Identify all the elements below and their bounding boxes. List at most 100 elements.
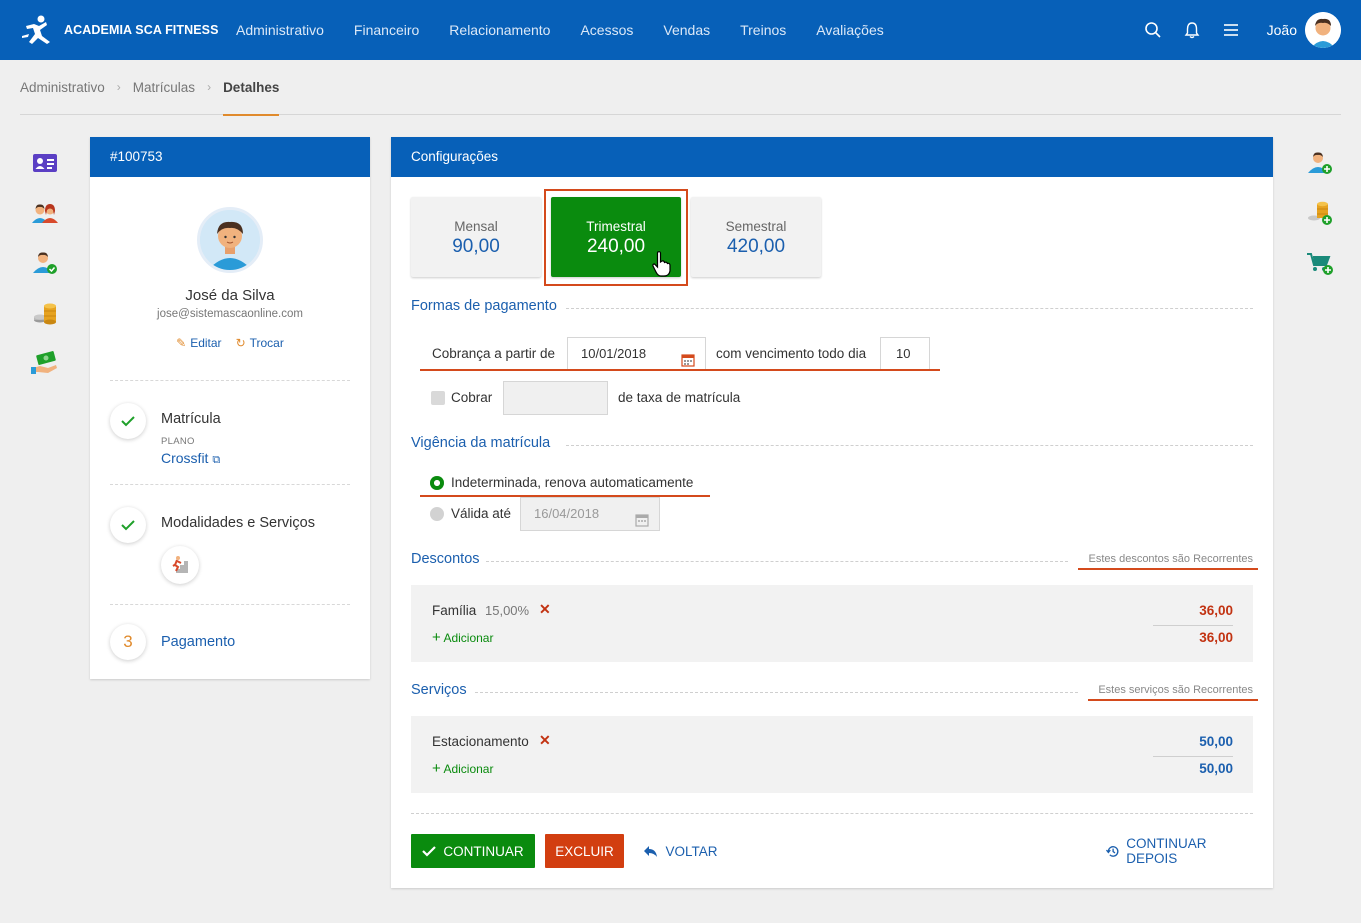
step-modalidades: Modalidades e Serviços (110, 484, 350, 604)
due-day-field[interactable]: 10 (880, 337, 930, 371)
divider (566, 445, 1253, 446)
nav-item-administrativo[interactable]: Administrativo (236, 22, 324, 38)
nav-item-financeiro[interactable]: Financeiro (354, 22, 419, 38)
continue-button[interactable]: CONTINUAR (411, 834, 535, 868)
radio-indefinite[interactable] (430, 476, 444, 490)
plan-link[interactable]: Crossfit ⧉ (161, 450, 220, 467)
nav-item-vendas[interactable]: Vendas (663, 22, 710, 38)
fee-suffix-label: de taxa de matrícula (618, 390, 741, 405)
breadcrumb-administrativo[interactable]: Administrativo (20, 80, 105, 95)
menu-icon[interactable] (1220, 19, 1242, 41)
top-bar: ACADEMIA SCA FITNESS Administrativo Fina… (0, 0, 1361, 60)
discount-name: Família (432, 603, 477, 618)
remove-service-icon[interactable]: ✕ (539, 732, 551, 749)
start-date-field[interactable]: 10/01/2018 (567, 337, 706, 371)
right-rail (1305, 148, 1337, 298)
start-date-label: Cobrança a partir de (432, 346, 556, 361)
calendar-icon[interactable] (681, 347, 695, 379)
history-icon (1106, 845, 1119, 857)
fee-checkbox[interactable] (431, 391, 445, 405)
step-title-pagamento[interactable]: Pagamento (161, 634, 235, 650)
top-actions: João (1142, 0, 1361, 60)
plus-icon: + (432, 629, 441, 646)
config-panel: Configurações Mensal 90,00 Trimestral 24… (391, 137, 1273, 888)
calendar-icon (635, 507, 649, 539)
plan-value: 90,00 (452, 236, 500, 257)
profile-name: José da Silva (185, 287, 275, 304)
external-link-icon: ⧉ (212, 454, 221, 466)
services-box: Estacionamento ✕ 50,00 + Adicionar 50,00 (411, 716, 1253, 793)
user-check-icon[interactable] (30, 248, 60, 278)
profile-panel: #100753 José da Silva jose@sistemascaonl… (90, 137, 370, 679)
profile-card: José da Silva jose@sistemascaonline.com … (90, 177, 370, 350)
profile-avatar (197, 207, 263, 273)
divider (486, 561, 1068, 562)
services-recurring-note: Estes serviços são Recorrentes (1098, 684, 1253, 696)
plan-card-semestral[interactable]: Semestral 420,00 (691, 197, 821, 277)
chevron-right-icon: › (207, 80, 212, 94)
user-name[interactable]: João (1267, 22, 1297, 38)
plan-link-label: Crossfit (161, 450, 209, 466)
nav-item-acessos[interactable]: Acessos (580, 22, 633, 38)
refresh-icon: ↻ (235, 336, 246, 350)
logo-runner-icon (22, 15, 50, 44)
step-matricula: Matrícula PLANO Crossfit ⧉ (110, 380, 350, 484)
add-coins-icon[interactable] (1305, 198, 1335, 228)
people-icon[interactable] (30, 198, 60, 228)
radio-valid-until[interactable] (430, 507, 444, 521)
add-service-button[interactable]: + Adicionar (432, 760, 493, 777)
remove-discount-icon[interactable]: ✕ (539, 601, 551, 618)
nav-item-relacionamento[interactable]: Relacionamento (449, 22, 550, 38)
edit-label: Editar (190, 336, 222, 350)
edit-profile-button[interactable]: ✎ Editar (176, 336, 221, 350)
radio-dot (434, 480, 440, 486)
back-button[interactable]: VOLTAR (643, 834, 718, 868)
highlight-underline (1088, 699, 1258, 701)
app-title: ACADEMIA SCA FITNESS (64, 23, 219, 37)
swap-profile-button[interactable]: ↻ Trocar (236, 336, 284, 350)
plan-card-mensal[interactable]: Mensal 90,00 (411, 197, 541, 277)
due-day-label: com vencimento todo dia (716, 346, 867, 361)
divider (411, 813, 1253, 814)
fee-amount-field[interactable] (503, 381, 608, 415)
selected-plan-highlight (544, 189, 688, 286)
radio-valid-until-label: Válida até (451, 506, 512, 521)
service-value: 50,00 (1199, 734, 1233, 749)
service-total: 50,00 (1199, 761, 1233, 776)
breadcrumb-matriculas[interactable]: Matrículas (133, 80, 195, 95)
step-sub-plano: PLANO (161, 436, 195, 447)
money-hand-icon[interactable] (30, 348, 60, 378)
check-icon (110, 507, 146, 543)
id-card-icon[interactable] (30, 148, 60, 178)
add-discount-label: Adicionar (443, 631, 494, 645)
crossfit-activity-icon[interactable] (161, 546, 199, 584)
profile-email: jose@sistemascaonline.com (157, 308, 303, 320)
add-service-label: Adicionar (443, 762, 494, 776)
add-cart-icon[interactable] (1305, 248, 1335, 278)
bell-icon[interactable] (1181, 19, 1203, 41)
chevron-right-icon: › (116, 80, 121, 94)
breadcrumb-detalhes: Detalhes (223, 60, 280, 116)
user-avatar[interactable] (1305, 12, 1341, 48)
continue-later-label: CONTINUAR DEPOIS (1126, 836, 1207, 866)
continue-later-button[interactable]: CONTINUAR DEPOIS (1106, 834, 1254, 868)
coins-icon[interactable] (30, 298, 60, 328)
valid-until-date-field: 16/04/2018 (520, 497, 660, 531)
nav-item-treinos[interactable]: Treinos (740, 22, 786, 38)
highlight-underline (420, 369, 940, 371)
validity-section-title: Vigência da matrícula (411, 435, 551, 451)
discounts-recurring-note: Estes descontos são Recorrentes (1088, 553, 1253, 565)
start-date-value: 10/01/2018 (581, 346, 647, 361)
delete-button[interactable]: EXCLUIR (545, 834, 624, 868)
app-logo[interactable]: ACADEMIA SCA FITNESS (20, 12, 220, 48)
discount-value: 36,00 (1199, 603, 1233, 618)
step-title-matricula: Matrícula (161, 411, 221, 427)
check-icon (422, 846, 437, 857)
plus-icon: + (432, 760, 441, 777)
add-user-icon[interactable] (1305, 148, 1335, 178)
search-icon[interactable] (1142, 19, 1164, 41)
divider (566, 308, 1253, 309)
nav-item-avaliacoes[interactable]: Avaliações (816, 22, 883, 38)
add-discount-button[interactable]: + Adicionar (432, 629, 493, 646)
plan-label: Semestral (725, 219, 787, 234)
